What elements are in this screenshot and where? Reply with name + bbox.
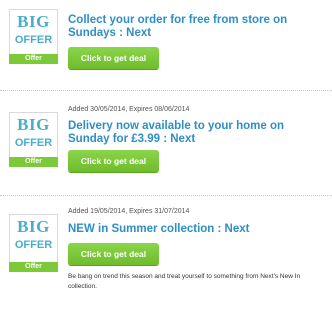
deal-title[interactable]: Collect your order for free from store o… [68, 14, 328, 40]
get-deal-button[interactable]: Click to get deal [68, 47, 159, 69]
separator [0, 90, 332, 91]
badge-tag: Offer [9, 54, 58, 64]
badge-offer-label: OFFER [14, 137, 53, 149]
badge-offer-label: OFFER [14, 34, 53, 46]
offer-badge: BIG OFFER Offer [9, 9, 58, 64]
deal-dates: Added 19/05/2014, Expires 31/07/2014 [68, 208, 190, 215]
deal-dates: Added 30/05/2014, Expires 08/06/2014 [68, 106, 190, 113]
offer-badge: BIG OFFER Offer [9, 112, 58, 167]
deal-title[interactable]: Delivery now available to your home on S… [68, 120, 328, 146]
badge-offer-label: OFFER [14, 239, 53, 251]
get-deal-button[interactable]: Click to get deal [68, 150, 159, 172]
offer-badge: BIG OFFER Offer [9, 214, 58, 272]
badge-big-label: BIG [17, 217, 50, 236]
separator [0, 195, 332, 196]
badge-big-label: BIG [17, 115, 50, 134]
badge-tag: Offer [9, 157, 58, 167]
deal-description: Be bang on trend this season and treat y… [68, 273, 301, 290]
badge-tag: Offer [9, 262, 58, 272]
deal-title[interactable]: NEW in Summer collection : Next [68, 223, 328, 236]
get-deal-button[interactable]: Click to get deal [68, 243, 159, 265]
badge-big-label: BIG [17, 12, 50, 31]
